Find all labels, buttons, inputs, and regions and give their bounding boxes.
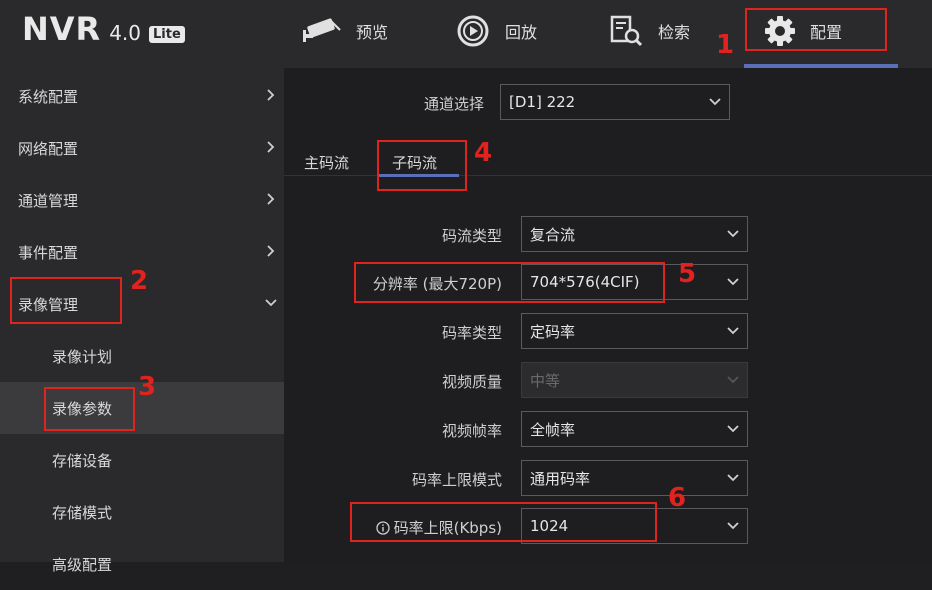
chevron-down-icon — [265, 299, 277, 307]
frame-rate-select[interactable]: 全帧率 — [521, 411, 748, 447]
logo-version: 4.0 — [109, 21, 141, 45]
sidebar-item-label: 事件配置 — [18, 243, 79, 262]
sidebar-item-label: 网络配置 — [18, 139, 79, 158]
highlight-box-sub-stream — [377, 140, 467, 191]
sidebar-item-system[interactable]: 系统配置 — [0, 70, 284, 122]
highlight-box-config — [745, 8, 887, 51]
nav-playback[interactable]: 回放 — [455, 0, 537, 62]
annotation-number: 6 — [668, 483, 687, 513]
stream-type-label: 码流类型 — [441, 227, 502, 245]
sidebar-item-network[interactable]: 网络配置 — [0, 122, 284, 174]
stream-type-select[interactable]: 复合流 — [521, 216, 748, 252]
video-quality-value: 中等 — [530, 371, 561, 390]
annotation-number: 5 — [678, 259, 697, 289]
sidebar-item-label: 系统配置 — [18, 87, 79, 106]
nav-preview-label: 预览 — [356, 23, 389, 42]
chevron-down-icon — [727, 278, 739, 286]
highlight-box-resolution — [354, 262, 665, 303]
bitrate-limit-mode-label: 码率上限模式 — [411, 471, 502, 489]
camera-icon — [303, 18, 341, 42]
nav-search[interactable]: 检索 — [608, 0, 690, 62]
sidebar-subitem-label: 存储设备 — [52, 451, 113, 470]
chevron-down-icon — [709, 98, 721, 106]
sidebar-subitem-storage-mode[interactable]: 存储模式 — [0, 486, 284, 538]
sidebar-item-channel[interactable]: 通道管理 — [0, 174, 284, 226]
playback-icon — [457, 15, 489, 47]
highlight-box-bitrate-limit — [350, 502, 657, 542]
bitrate-type-label: 码率类型 — [441, 324, 502, 342]
sidebar-item-label: 通道管理 — [18, 191, 79, 210]
sidebar-subitem-label: 录像计划 — [52, 347, 113, 366]
search-doc-icon — [610, 15, 643, 47]
bitrate-type-select[interactable]: 定码率 — [521, 313, 748, 349]
annotation-number: 3 — [138, 372, 157, 402]
highlight-box-params — [44, 387, 135, 431]
frame-rate-value: 全帧率 — [530, 420, 576, 439]
logo-lite-badge: Lite — [149, 26, 185, 43]
tab-main-stream[interactable]: 主码流 — [304, 152, 349, 173]
chevron-down-icon — [727, 425, 739, 433]
chevron-right-icon — [267, 245, 275, 257]
chevron-down-icon — [727, 327, 739, 335]
stream-type-value: 复合流 — [530, 225, 576, 244]
video-quality-select: 中等 — [521, 362, 748, 398]
chevron-down-icon — [727, 522, 739, 530]
bitrate-limit-mode-select[interactable]: 通用码率 — [521, 460, 748, 496]
chevron-right-icon — [267, 141, 275, 153]
chevron-down-icon — [727, 230, 739, 238]
chevron-down-icon — [727, 376, 739, 384]
logo: NVR 4.0 Lite — [22, 10, 185, 50]
annotation-number: 4 — [474, 138, 493, 168]
sidebar-subitem-advanced[interactable]: 高级配置 — [0, 538, 284, 590]
chevron-right-icon — [267, 89, 275, 101]
channel-select[interactable]: [D1] 222 — [500, 84, 730, 120]
sidebar-subitem-storage-device[interactable]: 存储设备 — [0, 434, 284, 486]
frame-rate-label: 视频帧率 — [441, 422, 502, 440]
chevron-down-icon — [727, 474, 739, 482]
nav-search-label: 检索 — [658, 23, 691, 42]
annotation-number: 2 — [130, 266, 149, 296]
channel-select-label: 通道选择 — [423, 95, 484, 113]
sidebar-subitem-label: 高级配置 — [52, 555, 113, 574]
annotation-number: 1 — [716, 30, 735, 60]
logo-nvr-text: NVR — [22, 10, 102, 48]
channel-select-value: [D1] 222 — [509, 93, 576, 111]
nav-preview[interactable]: 预览 — [300, 0, 388, 62]
nav-playback-label: 回放 — [505, 23, 538, 42]
video-quality-label: 视频质量 — [441, 373, 502, 391]
bitrate-limit-mode-value: 通用码率 — [530, 469, 591, 488]
chevron-right-icon — [267, 193, 275, 205]
bitrate-type-value: 定码率 — [530, 322, 576, 341]
sidebar-subitem-label: 存储模式 — [52, 503, 113, 522]
highlight-box-recording — [10, 277, 122, 324]
